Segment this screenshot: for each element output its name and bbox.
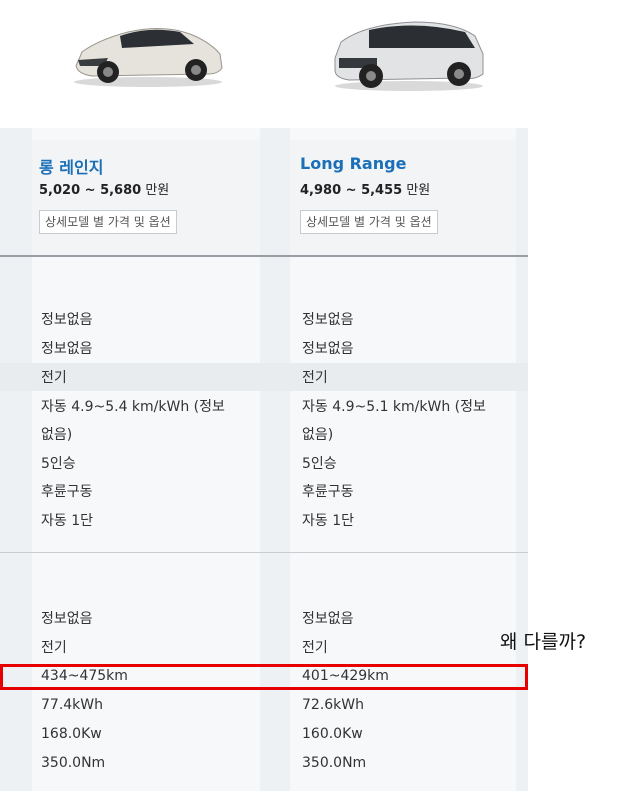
table-frame-right [516, 128, 528, 791]
section-divider [0, 552, 528, 553]
spec-cell: 정보없음 [302, 312, 354, 328]
spec-cell: 정보없음 [302, 341, 354, 357]
spec-cell: 5인승 [302, 456, 337, 472]
spec-cell: 350.0Nm [302, 755, 367, 771]
price-value: 5,020 ~ 5,680 [39, 183, 142, 198]
price-range: 4,980 ~ 5,455 만원 [300, 179, 430, 198]
spec-cell: 후륜구동 [302, 484, 354, 500]
spec-cell: 전기 [41, 370, 67, 386]
spec-cell: 160.0Kw [302, 726, 363, 742]
car-suv-image [74, 28, 223, 87]
price-unit: 만원 [141, 183, 170, 198]
spec-cell: 자동 1단 [302, 513, 354, 529]
table-frame-middle [260, 128, 290, 791]
spec-cell: 없음) [41, 427, 73, 443]
car-hatchback-image [334, 21, 484, 91]
highlight-row-band [0, 363, 528, 391]
spec-cell: 전기 [302, 640, 328, 656]
spec-cell: 자동 1단 [41, 513, 93, 529]
spec-cell: 72.6kWh [302, 697, 364, 713]
price-unit: 만원 [402, 183, 431, 198]
detail-options-button[interactable]: 상세모델 별 가격 및 옵션 [300, 210, 438, 234]
model-title[interactable]: Long Range [300, 154, 406, 173]
spec-cell: 168.0Kw [41, 726, 102, 742]
spec-cell: 없음) [302, 427, 334, 443]
spec-cell: 전기 [41, 640, 67, 656]
spec-cell: 5인승 [41, 456, 76, 472]
annotation-text: 왜 다를까? [500, 631, 587, 653]
spec-cell: 정보없음 [302, 611, 354, 627]
price-value: 4,980 ~ 5,455 [300, 183, 403, 198]
spec-cell: 350.0Nm [41, 755, 106, 771]
highlight-box [0, 664, 528, 690]
section-divider [0, 255, 528, 257]
price-range: 5,020 ~ 5,680 만원 [39, 179, 169, 198]
detail-options-button[interactable]: 상세모델 별 가격 및 옵션 [39, 210, 177, 234]
spec-cell: 정보없음 [41, 611, 93, 627]
model-title[interactable]: 롱 레인지 [39, 154, 103, 178]
spec-cell: 후륜구동 [41, 484, 93, 500]
spec-cell: 자동 4.9~5.1 km/kWh (정보 [302, 399, 486, 415]
table-frame-left [0, 128, 32, 791]
spec-cell: 정보없음 [41, 312, 93, 328]
spec-cell: 77.4kWh [41, 697, 103, 713]
spec-cell: 정보없음 [41, 341, 93, 357]
spec-cell: 전기 [302, 370, 328, 386]
spec-cell: 자동 4.9~5.4 km/kWh (정보 [41, 399, 225, 415]
